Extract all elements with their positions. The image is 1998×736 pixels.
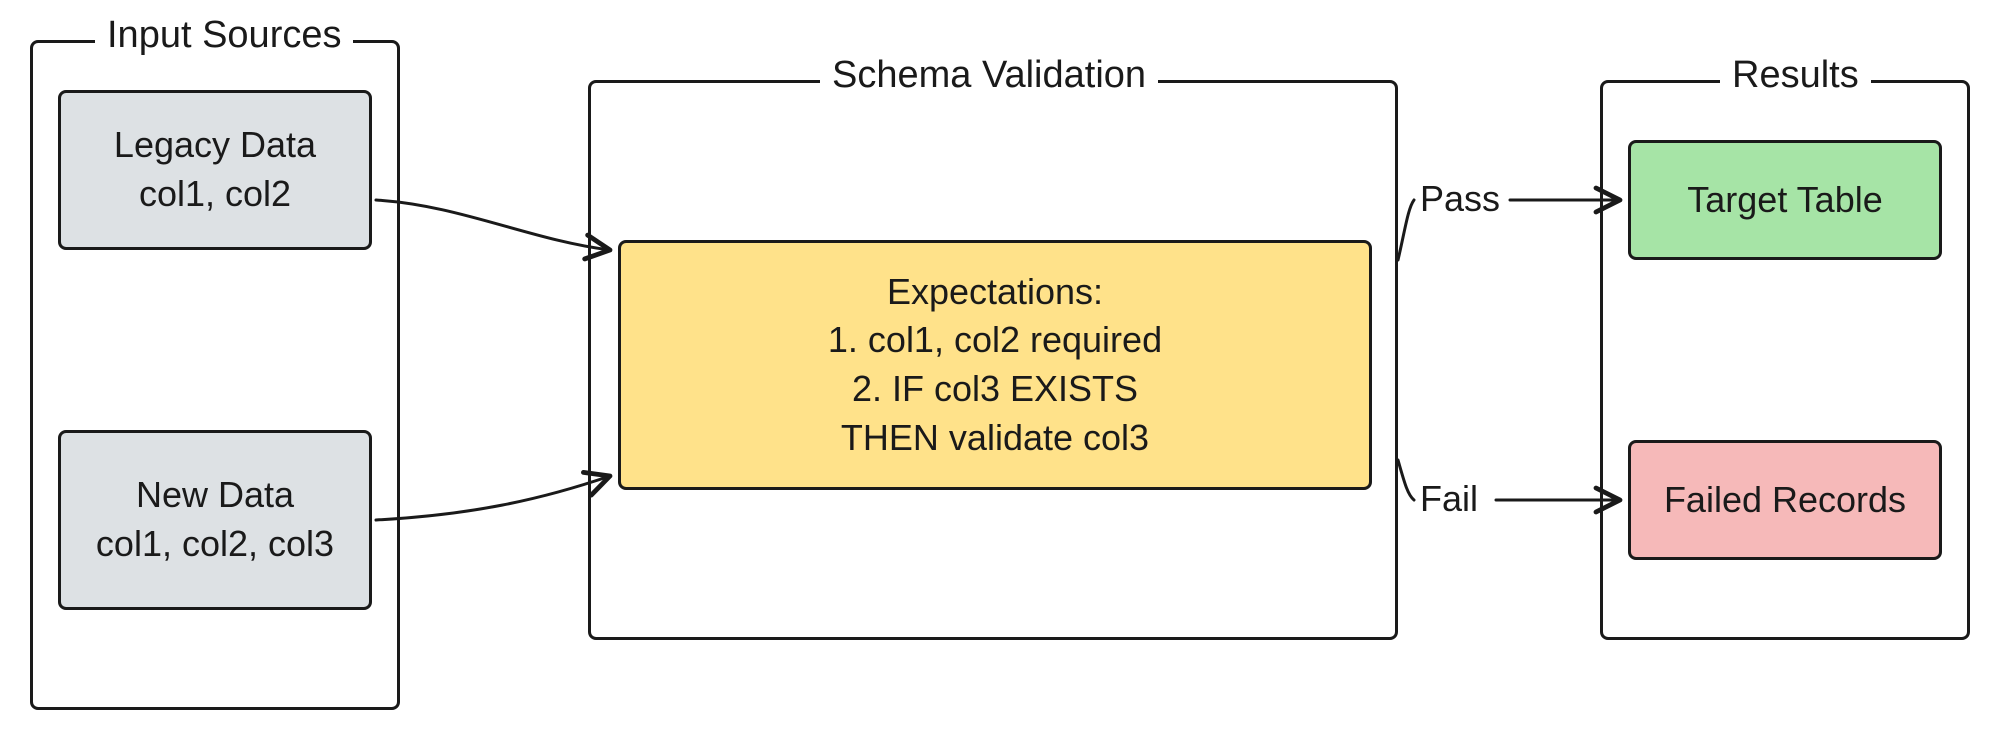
arrow-schema-to-pass: [1398, 200, 1414, 260]
node-target-label: Target Table: [1687, 176, 1882, 225]
group-results-title: Results: [1720, 54, 1871, 97]
node-failed-label: Failed Records: [1664, 476, 1906, 525]
node-newdata-line1: New Data: [136, 471, 294, 520]
node-legacy-line2: col1, col2: [139, 170, 291, 219]
node-expectations: Expectations: 1. col1, col2 required 2. …: [618, 240, 1372, 490]
node-expectations-line3: 2. IF col3 EXISTS: [852, 365, 1138, 414]
node-newdata-line2: col1, col2, col3: [96, 520, 334, 569]
diagram-canvas: Input Sources Legacy Data col1, col2 New…: [0, 0, 1998, 736]
edge-label-pass: Pass: [1420, 178, 1500, 220]
node-failed-records: Failed Records: [1628, 440, 1942, 560]
arrow-legacy-to-expectations: [376, 200, 610, 250]
node-expectations-line2: 1. col1, col2 required: [828, 316, 1162, 365]
node-expectations-line1: Expectations:: [887, 268, 1103, 317]
node-target-table: Target Table: [1628, 140, 1942, 260]
group-input-sources-title: Input Sources: [95, 14, 353, 57]
arrow-newdata-to-expectations: [376, 476, 610, 520]
node-expectations-line4: THEN validate col3: [841, 414, 1149, 463]
arrow-schema-to-fail: [1398, 460, 1414, 500]
node-new-data: New Data col1, col2, col3: [58, 430, 372, 610]
edge-label-fail: Fail: [1420, 478, 1478, 520]
node-legacy-data: Legacy Data col1, col2: [58, 90, 372, 250]
node-legacy-line1: Legacy Data: [114, 121, 316, 170]
group-schema-validation-title: Schema Validation: [820, 54, 1158, 97]
